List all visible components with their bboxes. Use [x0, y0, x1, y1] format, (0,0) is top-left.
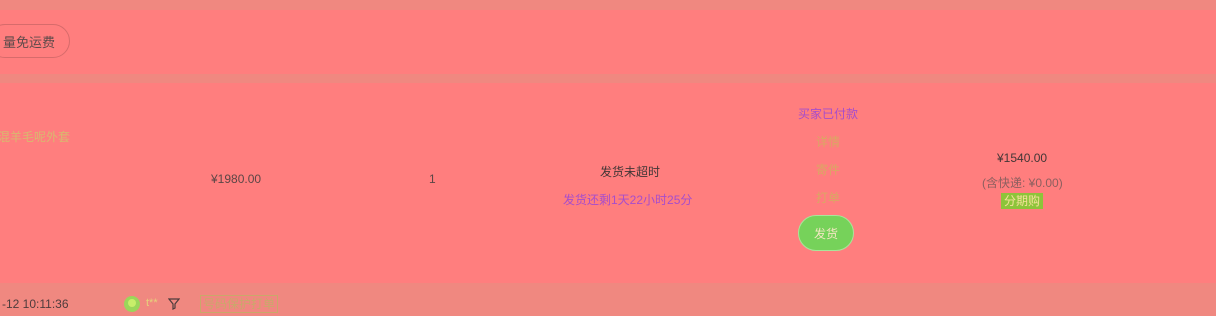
buyer-name[interactable]: t** — [146, 297, 158, 309]
promo-label: 量免运费 — [2, 34, 55, 50]
filter-icon[interactable] — [168, 298, 180, 310]
order-status-paid: 买家已付款 — [797, 107, 858, 121]
order-row: 混羊毛呢外套 ¥1980.00 1 发货未超时 发货还剩1天22小时25分 买家… — [0, 83, 1216, 283]
print-label-link[interactable]: 打单 — [790, 189, 866, 206]
quantity: 1 — [429, 172, 436, 186]
detail-link[interactable]: 详情 — [790, 133, 866, 150]
send-parcel-link[interactable]: 寄件 — [790, 161, 866, 178]
number-protection-print-tag[interactable]: 号码保护打单 — [200, 295, 279, 313]
promo-band: 量免运费 — [0, 10, 1216, 74]
installment-badge[interactable]: 分期购 — [1001, 193, 1044, 209]
gap-strip — [0, 74, 1216, 83]
ship-button-label: 发货 — [813, 226, 838, 241]
total-price: ¥1540.00 — [997, 151, 1048, 165]
top-strip — [0, 0, 1216, 10]
ship-button[interactable]: 发货 — [798, 215, 854, 251]
ship-remaining-time: 发货还剩1天22小时25分 — [563, 193, 693, 207]
promo-free-shipping-button[interactable]: 量免运费 — [0, 24, 70, 58]
order-operations: 买家已付款 详情 寄件 打单 发货 — [790, 83, 866, 283]
order-footer: -12 10:11:36 t** 号码保护打单 — [0, 283, 1216, 316]
unit-price: ¥1980.00 — [211, 172, 262, 186]
product-name[interactable]: 混羊毛呢外套 — [0, 128, 70, 145]
order-time: -12 10:11:36 — [2, 297, 69, 311]
ship-status: 发货未超时 — [600, 165, 661, 179]
shipping-fee-note: (含快递: ¥0.00) — [982, 176, 1063, 190]
leaf-avatar-icon[interactable] — [124, 296, 140, 312]
